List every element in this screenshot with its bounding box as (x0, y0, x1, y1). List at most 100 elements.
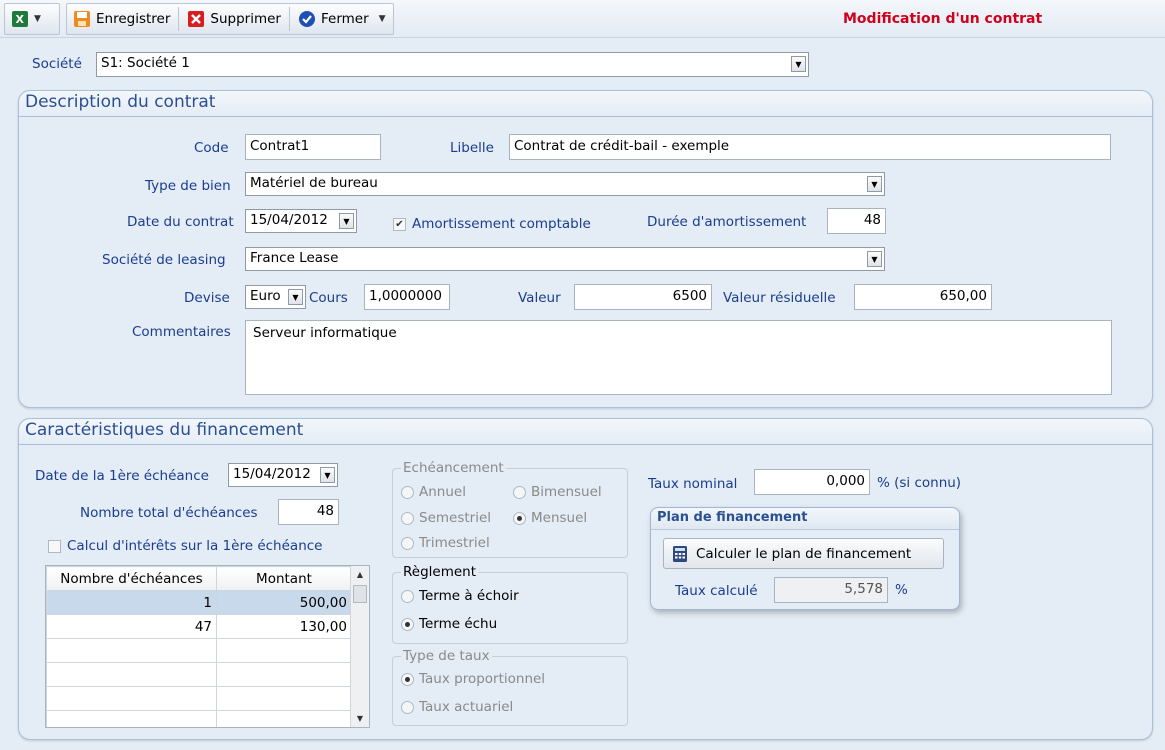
comment-label: Commentaires (132, 324, 231, 340)
echeancement-caption: Echéancement (401, 460, 506, 476)
cell-nb[interactable]: 1 (46, 590, 217, 615)
radio-selected-icon[interactable] (401, 672, 414, 686)
column-header-montant[interactable]: Montant (216, 566, 352, 591)
cell-nb[interactable] (46, 662, 217, 687)
delete-icon (188, 11, 205, 27)
radio-semestriel-label: Semestriel (419, 510, 492, 526)
table-row[interactable] (46, 710, 352, 727)
radio-mensuel[interactable]: Mensuel (513, 510, 587, 526)
radio-bimensuel[interactable]: Bimensuel (513, 484, 602, 500)
grid-header-row: Nombre d'échéances Montant (46, 566, 352, 591)
leasing-select[interactable]: France Lease ▼ (245, 247, 885, 271)
duree-input[interactable]: 48 (827, 208, 886, 234)
libelle-input[interactable]: Contrat de crédit-bail - exemple (509, 134, 1111, 160)
radio-icon[interactable] (401, 485, 414, 499)
devise-label: Devise (184, 290, 230, 306)
financement-title: Caractéristiques du financement (19, 419, 1152, 445)
residuelle-input[interactable]: 650,00 (854, 284, 992, 310)
comment-textarea[interactable]: Serveur informatique (245, 320, 1112, 395)
calculate-plan-button[interactable]: Calculer le plan de financement (663, 538, 944, 569)
chevron-down-icon[interactable]: ▼ (867, 251, 882, 267)
radio-terme-echu[interactable]: Terme échu (401, 616, 497, 632)
cell-montant[interactable] (216, 710, 352, 727)
code-input[interactable]: Contrat1 (245, 134, 381, 160)
nb-ech-input[interactable]: 48 (278, 499, 339, 525)
cell-montant[interactable] (216, 662, 352, 687)
amort-label: Amortissement comptable (412, 216, 591, 232)
save-button[interactable]: Enregistrer (67, 4, 176, 34)
chevron-down-icon[interactable]: ▼ (34, 14, 41, 24)
date-ech-picker[interactable]: 15/04/2012 ▼ (228, 463, 338, 487)
table-row[interactable] (46, 662, 352, 687)
valeur-input[interactable]: 6500 (574, 284, 712, 310)
radio-icon[interactable] (401, 589, 414, 603)
societe-label: Société (32, 56, 82, 72)
cours-input[interactable]: 1,0000000 (364, 284, 450, 310)
excel-icon: X (12, 11, 28, 27)
devise-select[interactable]: Euro ▼ (245, 285, 306, 309)
nb-ech-label: Nombre total d'échéances (80, 505, 258, 521)
taux-nominal-input[interactable]: 0,000 (754, 469, 870, 495)
excel-export-button[interactable]: X ▼ (5, 4, 47, 34)
checkbox-unchecked-icon[interactable] (48, 539, 61, 553)
scroll-up-icon[interactable]: ▲ (351, 566, 369, 583)
cell-nb[interactable] (46, 686, 217, 711)
chevron-down-icon[interactable]: ▼ (379, 14, 386, 24)
type-bien-select[interactable]: Matériel de bureau ▼ (245, 172, 885, 196)
cell-nb[interactable] (46, 638, 217, 663)
scroll-thumb[interactable] (353, 585, 367, 603)
table-row[interactable]: 47 130,00 (46, 614, 352, 639)
chevron-down-icon[interactable]: ▼ (791, 56, 806, 72)
radio-icon[interactable] (401, 536, 414, 550)
radio-taux-proportionnel[interactable]: Taux proportionnel (401, 671, 545, 687)
taux-calcule-label: Taux calculé (675, 583, 758, 599)
calcul-checkbox[interactable]: Calcul d'intérêts sur la 1ère échéance (48, 538, 322, 554)
reglement-group: Règlement (392, 564, 628, 644)
chevron-down-icon[interactable]: ▼ (288, 289, 303, 305)
type-taux-group: Type de taux (392, 648, 628, 726)
radio-proportionnel-label: Taux proportionnel (419, 671, 546, 687)
taux-nominal-suffix: % (si connu) (877, 475, 962, 491)
grid-scrollbar[interactable]: ▲ ▼ (350, 566, 369, 727)
radio-trimestriel[interactable]: Trimestriel (401, 535, 490, 551)
radio-selected-icon[interactable] (401, 617, 414, 631)
cell-montant[interactable]: 500,00 (216, 590, 352, 615)
table-row[interactable]: 1 500,00 (46, 590, 352, 615)
code-label: Code (194, 140, 229, 156)
close-button[interactable]: Fermer (292, 4, 375, 34)
radio-mensuel-label: Mensuel (531, 510, 588, 526)
radio-semestriel[interactable]: Semestriel (401, 510, 491, 526)
radio-icon[interactable] (513, 485, 526, 499)
radio-terme-echoir[interactable]: Terme à échoir (401, 588, 519, 604)
table-row[interactable] (46, 686, 352, 711)
chevron-down-icon[interactable]: ▼ (867, 176, 882, 192)
societe-select[interactable]: S1: Société 1 ▼ (96, 52, 809, 77)
radio-icon[interactable] (401, 511, 414, 525)
date-contrat-picker[interactable]: 15/04/2012 ▼ (245, 209, 357, 233)
radio-annuel[interactable]: Annuel (401, 484, 466, 500)
cell-montant[interactable]: 130,00 (216, 614, 352, 639)
delete-button[interactable]: Supprimer (181, 4, 287, 34)
cell-nb[interactable]: 47 (46, 614, 217, 639)
plan-title: Plan de financement (651, 508, 959, 530)
cours-label: Cours (309, 290, 348, 306)
leasing-label: Société de leasing (102, 252, 226, 268)
date-ech-label: Date de la 1ère échéance (35, 468, 209, 484)
cell-montant[interactable] (216, 638, 352, 663)
table-row[interactable] (46, 638, 352, 663)
radio-terme-echoir-label: Terme à échoir (419, 588, 519, 604)
cell-montant[interactable] (216, 686, 352, 711)
amort-checkbox[interactable]: ✔ Amortissement comptable (393, 216, 591, 232)
checkbox-checked-icon[interactable]: ✔ (393, 217, 406, 231)
chevron-down-icon[interactable]: ▼ (339, 213, 354, 229)
radio-taux-actuariel[interactable]: Taux actuariel (401, 699, 513, 715)
radio-icon[interactable] (401, 700, 414, 714)
column-header-nb[interactable]: Nombre d'échéances (46, 566, 217, 591)
taux-nominal-label: Taux nominal (648, 476, 738, 492)
scroll-down-icon[interactable]: ▼ (351, 710, 369, 727)
calculate-plan-label: Calculer le plan de financement (696, 545, 912, 562)
chevron-down-icon[interactable]: ▼ (320, 467, 335, 483)
radio-selected-icon[interactable] (513, 511, 526, 525)
export-group: X ▼ (4, 3, 60, 35)
cell-nb[interactable] (46, 710, 217, 727)
